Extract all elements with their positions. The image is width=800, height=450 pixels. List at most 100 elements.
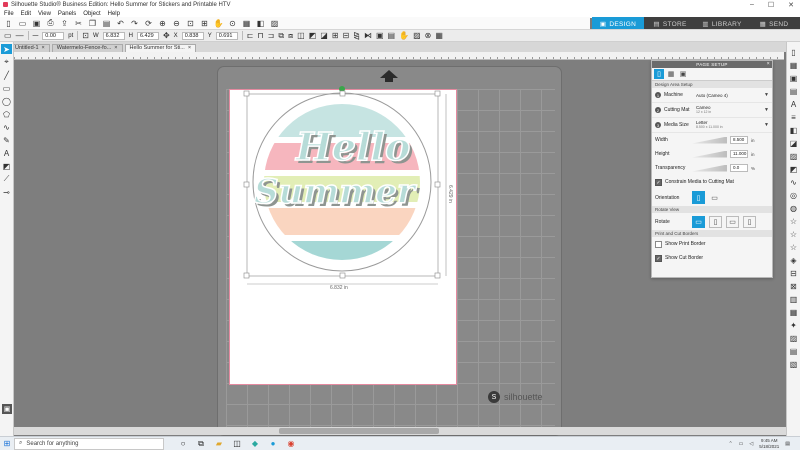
arrange-icon[interactable]: ▣	[376, 31, 384, 40]
redo-icon[interactable]: ↷	[130, 19, 139, 28]
cutting-mat-row[interactable]: 2 Cutting Mat Cameo 12 x 12 in ▼	[652, 103, 772, 118]
line-style-icon[interactable]: ─	[33, 31, 39, 40]
lock-aspect-icon[interactable]: ⊡	[82, 31, 89, 40]
text-tool-icon[interactable]: A	[1, 148, 12, 158]
curve-tool-icon[interactable]: ∿	[1, 122, 12, 132]
star-panel-icon[interactable]: ☆	[788, 216, 799, 227]
shapes-merge-icon[interactable]: ⊗	[425, 31, 432, 40]
cutting-mat-select[interactable]: Cameo 12 x 12 in	[696, 105, 764, 115]
sketch-panel-icon[interactable]: ∿	[788, 177, 799, 188]
pencil-tool-icon[interactable]: ✎	[1, 135, 12, 145]
width-field[interactable]: 6.832	[102, 31, 125, 40]
minimize-button[interactable]: –	[750, 1, 754, 9]
horizontal-scrollbar[interactable]	[14, 427, 786, 435]
resize-handle[interactable]	[434, 181, 441, 188]
show-print-border-checkbox[interactable]	[655, 240, 662, 248]
resize-handle[interactable]	[434, 272, 441, 279]
landscape-orientation-icon[interactable]: ▭	[708, 191, 721, 204]
file-explorer-icon[interactable]: ▰	[214, 439, 224, 449]
print-cut-panel-icon[interactable]: ▦	[788, 307, 799, 318]
show-print-border-row[interactable]: Show Print Border	[652, 237, 772, 251]
knife-tool-icon[interactable]: ⟋	[1, 174, 12, 184]
rotate-180-icon[interactable]: ▭	[726, 215, 739, 228]
modify-panel-icon[interactable]: ◈	[788, 255, 799, 266]
position-move-icon[interactable]: ✥	[163, 31, 170, 40]
skype-app-icon[interactable]: ●	[268, 439, 278, 449]
layers-panel-icon[interactable]: ▥	[788, 294, 799, 305]
resize-handle[interactable]	[434, 90, 441, 97]
network-icon[interactable]: ▭	[739, 441, 744, 447]
close-tab-icon[interactable]: ×	[114, 45, 117, 52]
page-setup-tab-icon[interactable]: ▯	[654, 69, 664, 79]
store-app-icon[interactable]: ◫	[232, 439, 242, 449]
rotate-0-icon[interactable]: ▭	[692, 215, 705, 228]
line-tool-icon[interactable]: ╱	[1, 70, 12, 80]
eyedropper-tool-icon[interactable]: ⊸	[1, 187, 12, 197]
constrain-media-checkbox[interactable]: ✓	[655, 178, 662, 186]
grid-icon[interactable]: ▦	[242, 19, 251, 28]
new-document-icon[interactable]: ▯	[4, 19, 13, 28]
paste-icon[interactable]: ▤	[102, 19, 111, 28]
cut-scissors-icon[interactable]: ✂	[74, 19, 83, 28]
send-icon[interactable]: ⇪	[60, 19, 69, 28]
rotate-90-icon[interactable]: ▯	[709, 215, 722, 228]
resize-handle[interactable]	[243, 90, 250, 97]
grid-panel-icon[interactable]: ▦	[788, 60, 799, 71]
page-height-slider[interactable]	[692, 150, 727, 158]
library-list-icon[interactable]: ▤	[788, 346, 799, 357]
copy-icon[interactable]: ❐	[88, 19, 97, 28]
select-arrow-icon[interactable]: ➤	[1, 44, 12, 54]
media-size-row[interactable]: 3 Media Size Letter 8.500 x 11.000 in ▼	[652, 118, 772, 133]
machine-row[interactable]: 1 Machine Auto (Cameo 4) ▼	[652, 88, 772, 103]
menu-view[interactable]: View	[38, 11, 51, 17]
shadow-panel-icon[interactable]: ◩	[788, 164, 799, 175]
transparency-slider[interactable]	[692, 164, 727, 172]
page-width-field[interactable]: 8.500	[730, 136, 748, 144]
rhinestone-panel-icon[interactable]: ☆	[788, 229, 799, 240]
undo-icon[interactable]: ↶	[116, 19, 125, 28]
transform-panel-icon[interactable]: ▣	[788, 73, 799, 84]
rotate-icon[interactable]: ⟳	[144, 19, 153, 28]
layers-toggle-icon[interactable]: ▣	[2, 404, 12, 414]
doc-tab-hello-summer[interactable]: Hello Summer for Sti... ×	[124, 44, 197, 52]
x-field[interactable]: 0.838	[181, 31, 204, 40]
menu-panels[interactable]: Panels	[58, 11, 76, 17]
trace-icon[interactable]: ◧	[256, 19, 265, 28]
close-tab-icon[interactable]: ×	[188, 45, 191, 52]
menu-file[interactable]: File	[4, 11, 14, 17]
zoom-select-icon[interactable]: ⊡	[186, 19, 195, 28]
notifications-icon[interactable]: ▤	[785, 441, 790, 447]
maximize-button[interactable]: ☐	[768, 1, 774, 9]
mirror-icon[interactable]: ⧎	[353, 31, 360, 40]
machine-select[interactable]: Auto (Cameo 4)	[696, 93, 764, 98]
doc-tab-watermelon[interactable]: Watermelo-Fence-fo... ×	[51, 44, 123, 52]
panel-close-icon[interactable]: ×	[767, 61, 770, 67]
chevron-down-icon[interactable]: ▼	[764, 92, 769, 98]
sparkle-panel-icon[interactable]: ✦	[788, 320, 799, 331]
portrait-orientation-icon[interactable]: ▯	[692, 191, 705, 204]
replicate-icon[interactable]: ⊟	[343, 31, 350, 40]
resize-handle[interactable]	[339, 272, 346, 279]
image-icon[interactable]: ▨	[270, 19, 279, 28]
y-field[interactable]: 0.691	[215, 31, 238, 40]
close-tab-icon[interactable]: ×	[42, 45, 45, 52]
line-style-panel-icon[interactable]: ≡	[788, 112, 799, 123]
show-cut-border-row[interactable]: ✓ Show Cut Border	[652, 251, 772, 265]
library-panel-icon[interactable]: ▤	[788, 86, 799, 97]
hand-icon[interactable]: ✋	[399, 31, 409, 40]
print-icon[interactable]: ⎙	[46, 18, 55, 28]
taskbar-search-box[interactable]: ⌕ Search for anything	[14, 437, 164, 450]
align-right-icon[interactable]: ⊐	[268, 31, 275, 40]
show-cut-border-checkbox[interactable]: ✓	[655, 254, 662, 262]
transparency-field[interactable]: 0.0	[730, 164, 748, 172]
offset-icon[interactable]: ◪	[320, 31, 328, 40]
resize-handle[interactable]	[243, 272, 250, 279]
show-hidden-icons-icon[interactable]: ⌃	[728, 441, 732, 447]
media-size-select[interactable]: Letter 8.500 x 11.000 in	[696, 120, 764, 130]
pan-icon[interactable]: ✋	[214, 19, 224, 28]
image-edit-icon[interactable]: ▨	[413, 31, 421, 40]
more-panel-icon[interactable]: ▧	[788, 359, 799, 370]
doc-tab-untitled[interactable]: Untitled-1 ×	[10, 44, 50, 52]
resize-handle[interactable]	[243, 181, 250, 188]
windows-start-icon[interactable]: ⊞	[0, 437, 14, 450]
